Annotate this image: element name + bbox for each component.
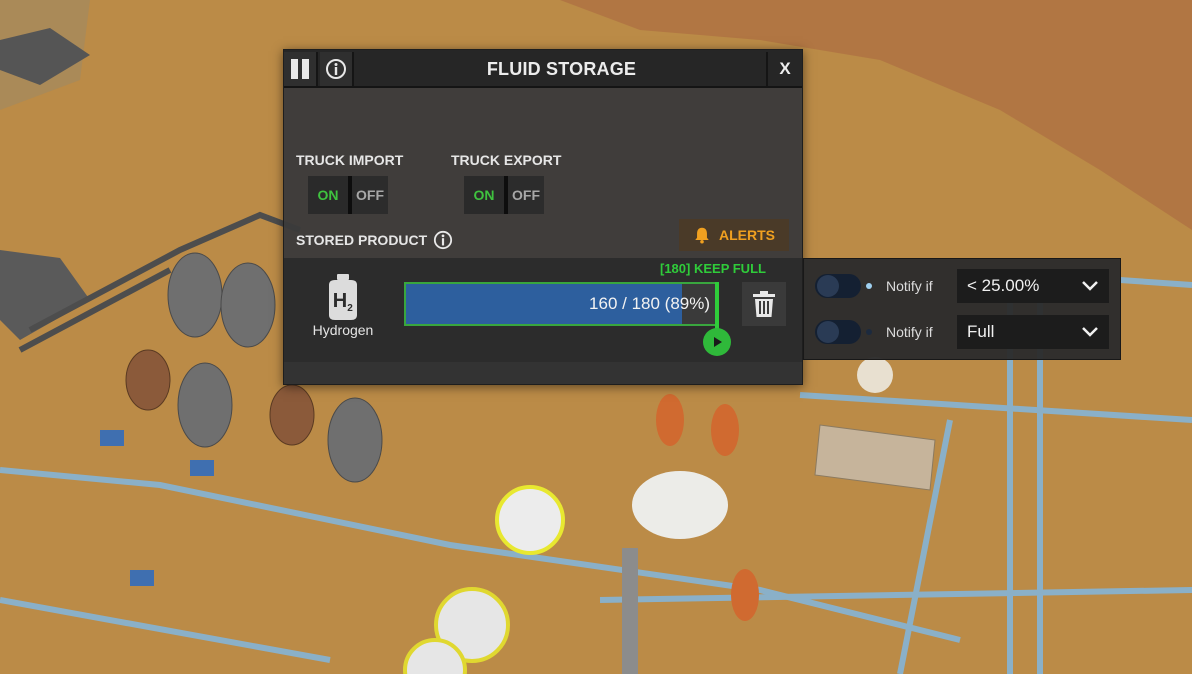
alerts-label: ALERTS — [719, 227, 775, 243]
storage-fill-text: 160 / 180 (89%) — [589, 294, 710, 313]
storage-fill-bar: 160 / 180 (89%) — [404, 282, 718, 326]
stored-product-label: STORED PRODUCT — [296, 232, 428, 248]
alerts-button[interactable]: ALERTS — [679, 219, 789, 251]
play-arrow-icon — [714, 337, 722, 347]
window-titlebar[interactable]: FLUID STORAGE X — [284, 50, 802, 88]
alert-1-threshold-value: < 25.00% — [967, 276, 1040, 295]
hydrogen-canister-icon: H 2 — [329, 274, 357, 320]
keep-full-label: [180] KEEP FULL — [660, 261, 766, 276]
alert-toggle-2-knob — [817, 321, 839, 343]
truck-import-toggle[interactable]: ON OFF — [308, 176, 388, 214]
truck-import-on[interactable]: ON — [308, 176, 348, 214]
bell-icon — [695, 227, 709, 244]
close-button[interactable]: X — [766, 52, 802, 86]
chevron-down-icon — [1082, 281, 1098, 291]
truck-import-label: TRUCK IMPORT — [296, 152, 404, 168]
alert-2-label: Notify if — [886, 324, 933, 340]
product-name: Hydrogen — [312, 322, 374, 338]
keep-full-slider-handle[interactable] — [703, 328, 731, 356]
info-icon — [326, 59, 346, 79]
alert-indicator-dot-1 — [866, 283, 872, 289]
alert-2-threshold-select[interactable]: Full — [957, 315, 1109, 349]
pause-icon — [291, 59, 309, 79]
window-title: FLUID STORAGE — [486, 58, 637, 79]
keep-full-marker — [715, 282, 719, 330]
trash-icon — [753, 291, 775, 317]
alert-toggle-2[interactable] — [815, 320, 861, 344]
alert-toggle-1-knob — [817, 275, 839, 297]
chevron-down-icon — [1082, 327, 1098, 337]
fluid-storage-window: FLUID STORAGE X TRUCK IMPORT ON OFF TRUC… — [283, 49, 803, 385]
product-icon-button[interactable]: H 2 — [318, 272, 368, 322]
alerts-panel: Notify if < 25.00% Notify if Full — [803, 258, 1121, 360]
alert-toggle-1[interactable] — [815, 274, 861, 298]
pause-button[interactable] — [284, 52, 318, 86]
window-footer — [284, 362, 802, 384]
alert-indicator-dot-2 — [866, 329, 872, 335]
alert-2-threshold-value: Full — [967, 322, 995, 341]
stored-product-info-icon[interactable] — [433, 230, 453, 250]
truck-export-toggle[interactable]: ON OFF — [464, 176, 544, 214]
product-icon-subscript: 2 — [347, 303, 353, 314]
truck-export-label: TRUCK EXPORT — [451, 152, 562, 168]
truck-export-on[interactable]: ON — [464, 176, 504, 214]
discard-product-button[interactable] — [742, 282, 786, 326]
alert-1-threshold-select[interactable]: < 25.00% — [957, 269, 1109, 303]
truck-import-off[interactable]: OFF — [348, 176, 388, 214]
truck-export-off[interactable]: OFF — [504, 176, 544, 214]
product-icon-text: H — [333, 290, 347, 312]
alert-1-label: Notify if — [886, 278, 933, 294]
info-button[interactable] — [320, 52, 354, 86]
